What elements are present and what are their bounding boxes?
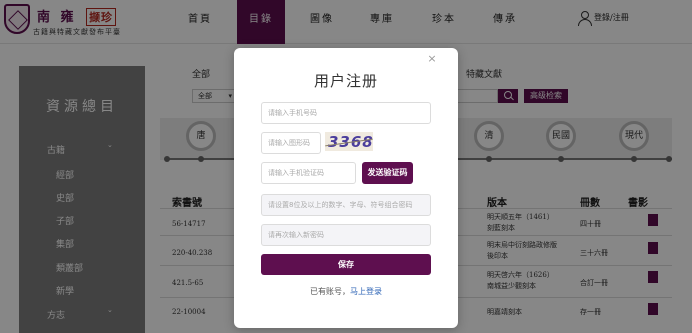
login-link[interactable]: 马上登录	[350, 287, 382, 296]
register-modal: × 用户注册 请输入手机号码 请输入图形码 3368 请输入手机验证码 发送验证…	[234, 48, 458, 328]
phone-input[interactable]: 请输入手机号码	[261, 102, 431, 124]
password-input[interactable]: 请设置8位及以上的数字、字母、符号组合密码	[261, 194, 431, 216]
captcha-input[interactable]: 请输入图形码	[261, 132, 321, 154]
confirm-password-input[interactable]: 请再次输入新密码	[261, 224, 431, 246]
login-hint: 已有账号，马上登录	[234, 286, 458, 297]
close-icon[interactable]: ×	[426, 53, 438, 65]
captcha-image[interactable]: 3368	[325, 132, 373, 151]
login-hint-text: 已有账号，	[310, 287, 350, 296]
save-button[interactable]: 保存	[261, 254, 431, 275]
modal-title: 用户注册	[313, 72, 378, 90]
sms-code-input[interactable]: 请输入手机验证码	[261, 162, 356, 184]
send-code-button[interactable]: 发送验证码	[362, 162, 413, 184]
